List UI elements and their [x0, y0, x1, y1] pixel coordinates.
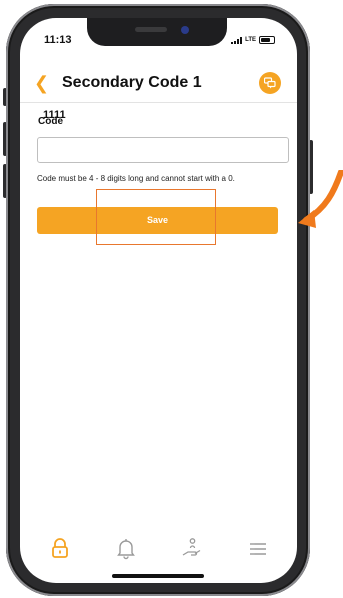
battery-icon [259, 36, 275, 44]
lock-icon [52, 538, 68, 558]
hamburger-menu-icon [250, 543, 266, 555]
code-overlay-value: 1111 [43, 109, 66, 121]
tab-service[interactable] [180, 536, 204, 560]
chevron-left-icon[interactable]: ❮ [34, 73, 49, 94]
phone-screen: 11:13 LTE ❮ Secondary Code 1 Code 1111 C… [20, 18, 297, 583]
bell-icon [117, 539, 135, 560]
page-title: Secondary Code 1 [62, 74, 202, 91]
tab-notifications[interactable] [114, 536, 138, 560]
signal-icon [231, 36, 243, 44]
header-divider [20, 102, 297, 103]
notch [87, 18, 227, 46]
chat-bubbles-icon [264, 77, 276, 89]
tab-lock[interactable] [48, 536, 72, 560]
code-helper-text: Code must be 4 - 8 digits long and canno… [37, 174, 235, 183]
status-indicators: LTE [231, 36, 275, 44]
speaker [135, 27, 167, 32]
network-label: LTE [245, 37, 256, 43]
hand-person-icon [182, 538, 201, 556]
header: ❮ Secondary Code 1 [20, 70, 297, 100]
tab-menu[interactable] [246, 536, 270, 560]
chat-button[interactable] [259, 72, 281, 94]
code-input[interactable] [37, 137, 289, 163]
status-time: 11:13 [44, 34, 72, 46]
camera-icon [181, 26, 189, 34]
stage: 11:13 LTE ❮ Secondary Code 1 Code 1111 C… [0, 0, 343, 598]
home-indicator [112, 574, 204, 578]
tab-bar [20, 536, 297, 566]
callout-arrow-icon [298, 170, 343, 228]
save-button[interactable]: Save [37, 207, 278, 234]
